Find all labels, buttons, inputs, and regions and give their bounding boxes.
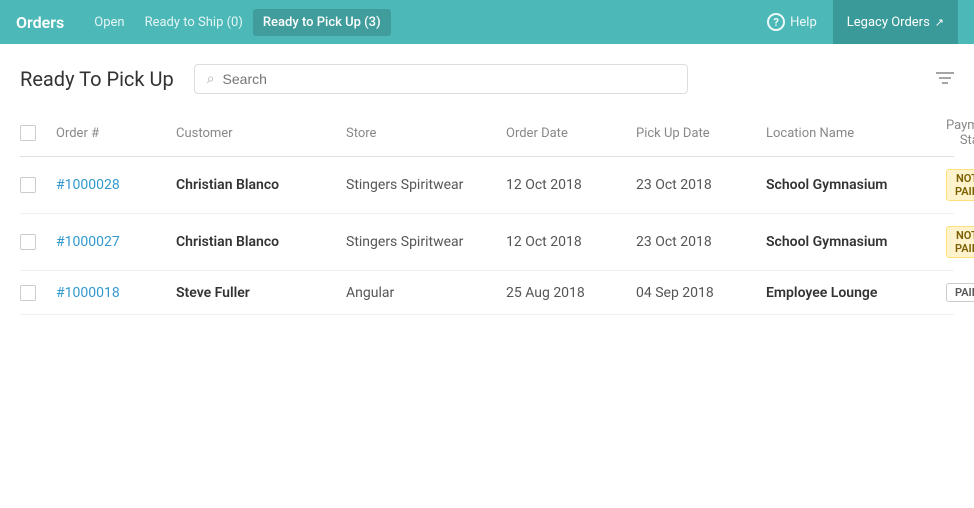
nav-tabs: OpenReady to Ship (0)Ready to Pick Up (3… [84,14,390,30]
table-row: #1000028 Christian Blanco Stingers Spiri… [20,157,954,214]
payment-cell-2: PAID [946,283,974,302]
external-link-icon: ↗ [935,16,944,29]
app-title: Orders [16,13,64,32]
search-icon: ⌕ [207,71,215,87]
header: Orders OpenReady to Ship (0)Ready to Pic… [0,0,974,44]
top-bar: Ready To Pick Up ⌕ [20,64,954,94]
row-checkbox-0[interactable] [20,177,36,193]
payment-badge-1: NOT PAID [946,226,974,258]
table-row: #1000027 Christian Blanco Stingers Spiri… [20,214,954,271]
order-date-2: 25 Aug 2018 [506,285,636,301]
location-name-2: Employee Lounge [766,285,946,301]
col-header-location: Location Name [766,126,946,141]
row-checkbox-2[interactable] [20,285,36,301]
nav-tab-ready-to-ship[interactable]: Ready to Ship (0) [135,9,253,36]
order-link-0[interactable]: #1000028 [56,177,120,193]
payment-badge-0: NOT PAID [946,169,974,201]
search-input[interactable] [223,71,675,87]
col-header-payment: Payment Status [946,118,974,148]
customer-name-0: Christian Blanco [176,177,346,193]
order-link-1[interactable]: #1000027 [56,234,120,250]
pickup-date-2: 04 Sep 2018 [636,285,766,301]
order-date-0: 12 Oct 2018 [506,177,636,193]
help-button[interactable]: ? Help [767,13,817,31]
table-row: #1000018 Steve Fuller Angular 25 Aug 201… [20,271,954,315]
location-name-0: School Gymnasium [766,177,946,193]
table-body: #1000028 Christian Blanco Stingers Spiri… [20,157,954,315]
nav-tab-ready-to-pickup[interactable]: Ready to Pick Up (3) [253,9,391,36]
payment-cell-1: NOT PAID [946,226,974,258]
orders-table: Order # Customer Store Order Date Pick U… [20,110,954,315]
order-link-2[interactable]: #1000018 [56,285,120,301]
filter-button[interactable] [936,70,954,89]
main-content: Ready To Pick Up ⌕ Order # Customer Stor… [0,44,974,335]
search-container: ⌕ [194,64,688,94]
payment-badge-2: PAID [946,283,974,302]
store-name-0: Stingers Spiritwear [346,177,506,193]
store-name-1: Stingers Spiritwear [346,234,506,250]
legacy-orders-label: Legacy Orders [847,15,930,30]
pickup-date-1: 23 Oct 2018 [636,234,766,250]
col-header-store: Store [346,126,506,141]
help-label: Help [790,15,817,30]
pickup-date-0: 23 Oct 2018 [636,177,766,193]
customer-name-1: Christian Blanco [176,234,346,250]
col-header-pickup-date: Pick Up Date [636,126,766,141]
store-name-2: Angular [346,285,506,301]
table-header: Order # Customer Store Order Date Pick U… [20,110,954,157]
legacy-orders-button[interactable]: Legacy Orders ↗ [833,0,958,44]
select-all-checkbox[interactable] [20,125,36,141]
page-title: Ready To Pick Up [20,67,174,91]
customer-name-2: Steve Fuller [176,285,346,301]
order-date-1: 12 Oct 2018 [506,234,636,250]
row-checkbox-1[interactable] [20,234,36,250]
col-header-customer: Customer [176,126,346,141]
location-name-1: School Gymnasium [766,234,946,250]
col-header-order-date: Order Date [506,126,636,141]
nav-tab-open[interactable]: Open [84,9,134,36]
help-icon: ? [767,13,785,31]
payment-cell-0: NOT PAID [946,169,974,201]
col-header-order: Order # [56,126,176,141]
